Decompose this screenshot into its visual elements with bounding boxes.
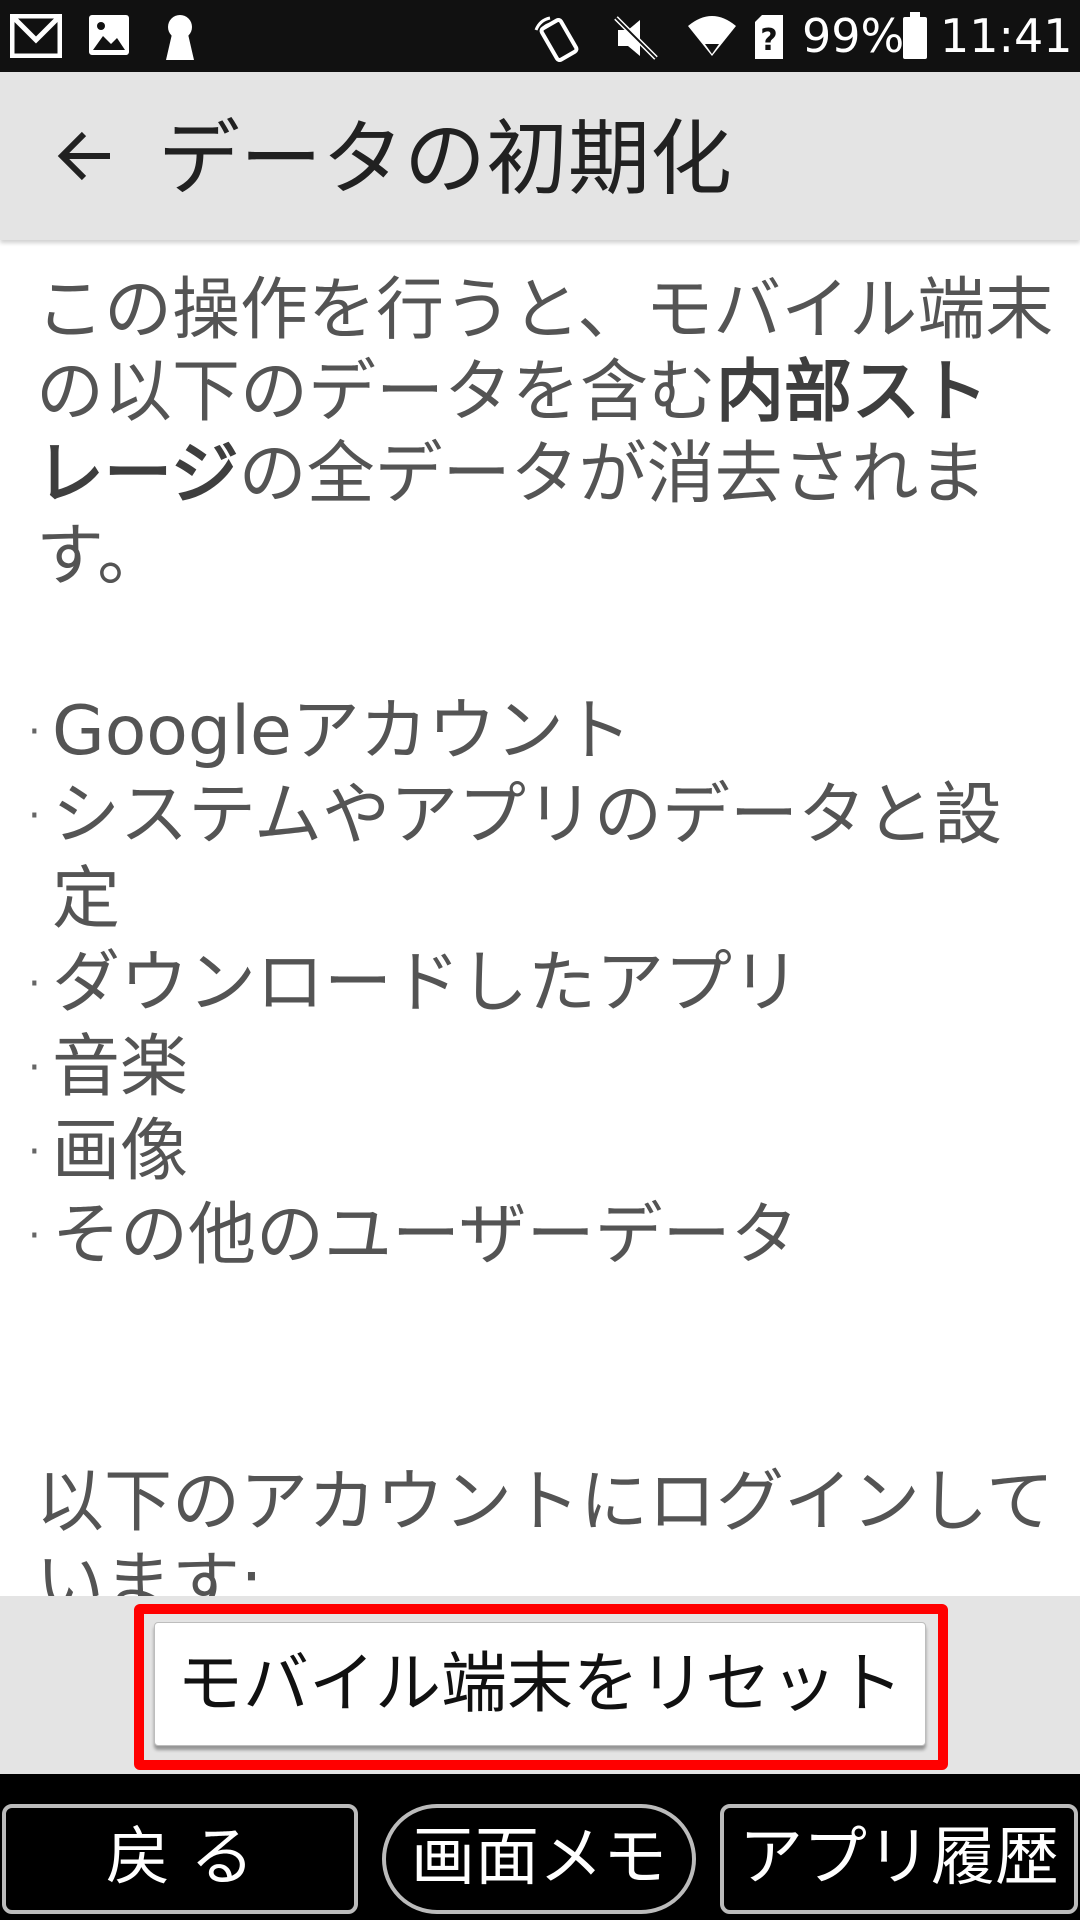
bottom-nav: 戻 る 画面メモ アプリ履歴	[0, 1774, 1080, 1920]
reset-device-button[interactable]: モバイル端末をリセット	[154, 1622, 926, 1746]
list-item: · ダウンロードしたアプリ	[28, 944, 801, 1023]
list-item: · 画像	[28, 1112, 189, 1191]
battery-icon	[903, 12, 927, 59]
mute-icon	[614, 16, 658, 60]
account-note: 以下のアカウントにログインしています:	[36, 1463, 1054, 1596]
list-item: · システムやアプリのデータと設定	[28, 776, 1002, 939]
list-item: · Googleアカウント	[28, 692, 632, 771]
list-item: · 音楽	[28, 1028, 189, 1107]
data-list: · Googleアカウント · システムやアプリのデータと設定 · ダウンロードしたア…	[28, 690, 1048, 1278]
nav-screen-memo-button[interactable]: 画面メモ	[382, 1804, 696, 1914]
keyhole-icon	[166, 15, 194, 60]
battery-percent: 99%	[802, 9, 905, 63]
svg-text:?: ?	[760, 23, 777, 58]
wifi-icon	[688, 16, 736, 56]
gmail-icon	[10, 14, 62, 58]
action-area: モバイル端末をリセット	[0, 1596, 1080, 1774]
image-icon	[89, 15, 129, 55]
content-scroll-area[interactable]: この操作を行うと、モバイル端末の以下のデータを含む内部ストレージの全データが消去…	[0, 240, 1080, 1596]
status-bar: ? 99% 11:41	[0, 0, 1080, 72]
clock: 11:41	[940, 9, 1073, 63]
intro-text: この操作を行うと、モバイル端末の以下のデータを含む内部ストレージの全データが消去…	[36, 271, 1054, 596]
page-title: データの初期化	[158, 112, 733, 207]
nfc-phone-icon	[534, 16, 579, 62]
list-item: · その他のユーザーデータ	[28, 1196, 799, 1275]
arrow-left-icon	[57, 131, 110, 181]
sim-unknown-icon: ?	[755, 15, 783, 59]
app-bar: データの初期化	[0, 72, 1080, 240]
back-button[interactable]	[48, 116, 128, 196]
nav-back-button[interactable]: 戻 る	[2, 1804, 358, 1914]
nav-app-history-button[interactable]: アプリ履歴	[720, 1804, 1078, 1914]
